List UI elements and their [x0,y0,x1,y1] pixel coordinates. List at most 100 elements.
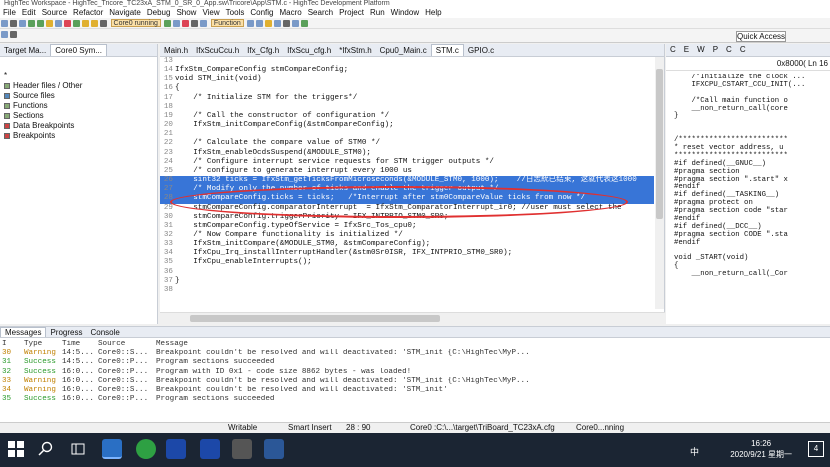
back-icon[interactable] [247,20,255,27]
menu-item-config[interactable]: Config [247,8,276,18]
home-icon[interactable] [1,31,8,38]
tree-root[interactable]: * [0,71,157,81]
line-number: 26 [163,176,173,185]
message-row[interactable]: 31 Success 14:5... Core0::P... Program secti… [0,358,830,367]
editor-horizontal-scrollbar[interactable] [160,312,665,324]
tab-ifx-cfg-h[interactable]: Ifx_Cfg.h [243,45,283,56]
function-box[interactable]: Function [210,19,244,27]
message-row[interactable]: 33 Warning 16:0... Core0::S... Breakpoint co… [0,377,830,386]
tab-messages[interactable]: Messages [0,327,47,337]
message-row[interactable]: 35 Success 16:0... Core0::P... Program secti… [0,395,830,404]
grid-icon[interactable] [274,20,282,27]
tab--ifxstm-h[interactable]: *IfxStm.h [335,45,375,56]
message-row[interactable]: 34 Warning 16:0... Core0::S... Breakpoint co… [0,386,830,395]
core-icon[interactable] [164,20,172,27]
step-return-icon[interactable] [100,20,107,27]
step-over-icon[interactable] [91,20,98,27]
tree-item-header-files[interactable]: Header files / Other [0,81,157,91]
chart-icon[interactable] [301,20,309,27]
message-cell: Warning [24,349,56,358]
tree-item-source-files[interactable]: Source files [0,91,157,101]
forward-icon[interactable] [256,20,264,27]
menu-item-file[interactable]: File [0,8,19,18]
tab-progress[interactable]: Progress [46,328,86,337]
menu-item-help[interactable]: Help [422,8,444,18]
wechat-icon[interactable] [136,439,156,459]
register-icon[interactable] [191,20,199,27]
tab-console[interactable]: Console [86,328,123,337]
print-icon[interactable] [19,20,26,27]
tab-gpio-c[interactable]: GPIO.c [464,45,498,56]
run-icon[interactable] [37,20,44,27]
right-tab[interactable]: C [666,44,680,56]
resume-icon[interactable] [73,20,80,27]
tab-ifxscu-cfg-h[interactable]: IfxScu_cfg.h [283,45,335,56]
menu-item-project[interactable]: Project [336,8,367,18]
column-header[interactable]: Message [156,340,676,349]
editor-vertical-scrollbar[interactable] [655,57,664,309]
menu-item-search[interactable]: Search [305,8,336,18]
window-app-icon[interactable] [232,439,252,459]
ime-indicator[interactable]: 中 [690,445,699,458]
menu-item-refactor[interactable]: Refactor [70,8,106,18]
tab-ifxscuccu-h[interactable]: IfxScuCcu.h [192,45,243,56]
tab-cpu0-main-c[interactable]: Cpu0_Main.c [376,45,431,56]
new-icon[interactable] [1,20,8,27]
ide-app-icon[interactable] [102,439,122,459]
pin-icon[interactable] [265,20,273,27]
save-icon[interactable] [10,20,17,27]
messages-table: I Type Time Source Message 30 Warning 14:5... Co… [0,338,830,404]
window-icon[interactable] [283,20,291,27]
step-into-icon[interactable] [82,20,89,27]
debug-icon[interactable] [28,20,35,27]
menu-item-debug[interactable]: Debug [144,8,174,18]
menu-item-macro[interactable]: Macro [276,8,304,18]
right-tab[interactable]: W [693,44,709,56]
windows-start-icon[interactable] [8,441,24,457]
tree-item-functions[interactable]: Functions [0,101,157,111]
menu-item-show[interactable]: Show [173,8,199,18]
right-tab[interactable]: C [736,44,750,56]
column-header[interactable]: I [2,340,24,349]
column-header[interactable]: Time [62,340,98,349]
notification-icon[interactable]: 4 [808,441,824,457]
menu-item-edit[interactable]: Edit [19,8,39,18]
search-icon[interactable] [38,441,54,457]
menu-item-navigate[interactable]: Navigate [106,8,144,18]
menu-item-tools[interactable]: Tools [223,8,248,18]
tree-item-data-breakpoints[interactable]: Data Breakpoints [0,121,157,131]
right-tab[interactable]: E [680,44,693,56]
terminal-icon[interactable] [200,20,208,27]
das-app-icon[interactable] [166,439,186,459]
code-area[interactable]: 13 14 IfxStm_CompareConfig stmCompareConfi… [160,57,654,309]
quick-access-input[interactable]: Quick Access [736,31,786,42]
disassembly-code[interactable]: /*Initialize the clock ... IFXCPU_CSTART… [674,74,828,279]
das-app-icon-2[interactable] [200,439,220,459]
menu-item-window[interactable]: Window [388,8,422,18]
memory-icon[interactable] [173,20,181,27]
word-icon[interactable] [264,439,284,459]
tab-stm-c[interactable]: STM.c [430,44,464,56]
breakpoint-icon[interactable] [182,20,190,27]
column-header[interactable]: Source [98,340,156,349]
layout-icon[interactable] [292,20,300,27]
tab-main-h[interactable]: Main.h [160,45,192,56]
message-row[interactable]: 32 Success 16:0... Core0::P... Program with … [0,368,830,377]
right-tab[interactable]: C [722,44,736,56]
menu-item-source[interactable]: Source [39,8,70,18]
build-icon[interactable] [46,20,53,27]
task-view-icon[interactable] [70,441,86,457]
stop-icon[interactable] [64,20,71,27]
system-clock[interactable]: 16:26 2020/9/21 星期一 [730,438,792,460]
search-icon[interactable] [55,20,62,27]
menu-item-view[interactable]: View [199,8,222,18]
menu-item-run[interactable]: Run [367,8,388,18]
message-row[interactable]: 30 Warning 14:5... Core0::S... Breakpoint co… [0,349,830,358]
column-header[interactable]: Type [24,340,62,349]
right-tab[interactable]: P [709,44,722,56]
tab-core0-symbols[interactable]: Core0 Sym... [50,44,107,56]
annotation-icon[interactable] [10,31,17,38]
tab-target-manager[interactable]: Target Ma... [0,45,50,56]
tree-item-sections[interactable]: Sections [0,111,157,121]
tree-item-breakpoints[interactable]: Breakpoints [0,131,157,141]
